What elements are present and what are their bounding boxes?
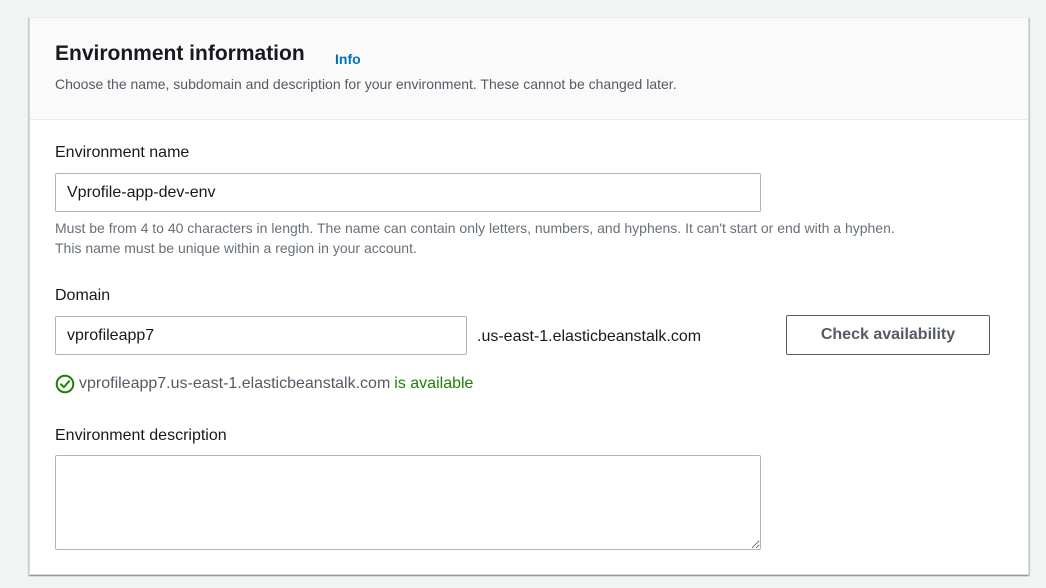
domain-availability-status: vprofileapp7.us-east-1.elasticbeanstalk.… <box>55 373 473 395</box>
panel-header: Environment information Info Choose the … <box>30 18 1028 120</box>
environment-description-label: Environment description <box>55 427 227 444</box>
environment-information-panel: Environment information Info Choose the … <box>29 17 1029 575</box>
check-availability-button[interactable]: Check availability <box>786 315 990 355</box>
environment-name-input[interactable] <box>55 173 761 212</box>
environment-name-label: Environment name <box>55 144 190 161</box>
environment-description-textarea[interactable] <box>55 455 761 550</box>
environment-name-hint: Must be from 4 to 40 characters in lengt… <box>55 220 895 236</box>
check-circle-icon <box>55 374 75 394</box>
domain-suffix: .us-east-1.elasticbeanstalk.com <box>477 328 702 345</box>
section-description: Choose the name, subdomain and descripti… <box>55 76 677 92</box>
section-title: Environment information <box>55 42 305 65</box>
domain-input[interactable] <box>55 316 467 355</box>
domain-label: Domain <box>55 287 111 304</box>
status-domain-text: vprofileapp7.us-east-1.elasticbeanstalk.… <box>79 375 391 392</box>
status-available-text: is available <box>394 375 474 392</box>
environment-name-hint-unique: This name must be unique within a region… <box>55 240 417 256</box>
info-link[interactable]: Info <box>335 51 361 67</box>
